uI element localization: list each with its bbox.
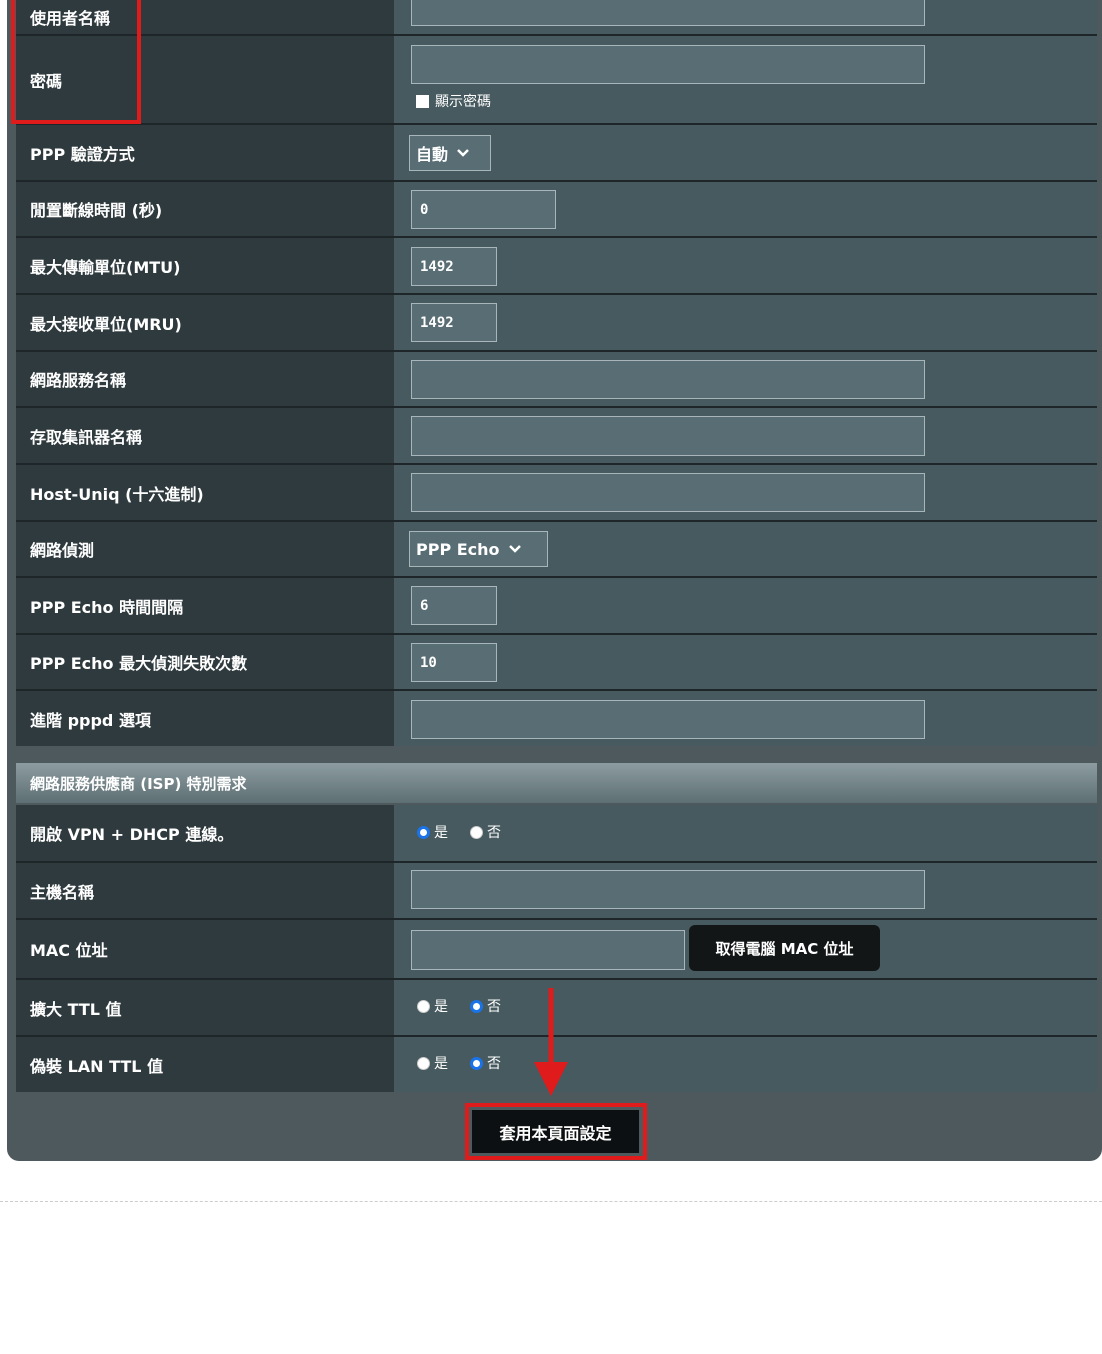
net-detect-select[interactable]: PPP Echo (409, 531, 548, 567)
get-mac-address-button[interactable]: 取得電腦 MAC 位址 (689, 925, 880, 971)
idle-disconnect-input[interactable]: 0 (411, 190, 556, 229)
vpn-dhcp-no-radio[interactable]: 否 (470, 822, 501, 842)
ppp-auth-select[interactable]: 自動 (409, 135, 491, 171)
username-input[interactable] (411, 0, 925, 26)
idle-disconnect-label: 閒置斷線時間 (秒) (16, 182, 394, 236)
spoof-lan-ttl-no-radio[interactable]: 否 (470, 1053, 501, 1073)
show-password-checkbox[interactable]: 顯示密碼 (416, 91, 491, 111)
echo-max-fail-label: PPP Echo 最大偵測失敗次數 (16, 635, 394, 689)
mac-label: MAC 位址 (16, 920, 394, 978)
row-echo-interval: PPP Echo 時間間隔 (16, 578, 1097, 633)
extend-ttl-yes-radio[interactable]: 是 (417, 996, 448, 1016)
echo-max-fail-input[interactable]: 10 (411, 643, 497, 682)
net-detect-value: PPP Echo (416, 539, 500, 559)
echo-interval-input[interactable]: 6 (411, 586, 497, 625)
row-mru: 最大接收單位(MRU) (16, 295, 1097, 350)
apply-settings-button[interactable]: 套用本頁面設定 (472, 1110, 639, 1153)
pppd-options-input[interactable] (411, 700, 925, 739)
row-net-detect: 網路偵測 (16, 522, 1097, 576)
row-mtu: 最大傳輸單位(MTU) (16, 238, 1097, 294)
isp-section-header: 網路服務供應商 (ISP) 特別需求 (16, 763, 1097, 803)
show-password-label: 顯示密碼 (435, 94, 491, 110)
chevron-down-icon (457, 149, 469, 157)
mru-input[interactable]: 1492 (411, 303, 497, 342)
vpn-dhcp-yes-radio[interactable]: 是 (417, 822, 448, 842)
mtu-label: 最大傳輸單位(MTU) (16, 238, 394, 294)
extend-ttl-no-radio[interactable]: 否 (470, 996, 501, 1016)
extend-ttl-label: 擴大 TTL 值 (16, 980, 394, 1035)
spoof-lan-ttl-yes-radio[interactable]: 是 (417, 1053, 448, 1073)
spoof-lan-ttl-label: 偽裝 LAN TTL 值 (16, 1037, 394, 1092)
password-input[interactable] (411, 45, 925, 84)
host-uniq-label: Host-Uniq (十六進制) (16, 465, 394, 520)
ac-name-input[interactable] (411, 416, 925, 456)
row-echo-max-fail: PPP Echo 最大偵測失敗次數 (16, 635, 1097, 689)
row-ppp-auth: PPP 驗證方式 (16, 125, 1097, 180)
ppp-auth-label: PPP 驗證方式 (16, 125, 394, 180)
service-name-label: 網路服務名稱 (16, 352, 394, 406)
divider (0, 1201, 1102, 1202)
net-detect-label: 網路偵測 (16, 522, 394, 576)
hostname-input[interactable] (411, 870, 925, 909)
ac-name-label: 存取集訊器名稱 (16, 408, 394, 463)
host-uniq-input[interactable] (411, 473, 925, 512)
red-arrow-down-icon (534, 988, 568, 1096)
pppd-options-label: 進階 pppd 選項 (16, 691, 394, 746)
echo-interval-label: PPP Echo 時間間隔 (16, 578, 394, 633)
mru-label: 最大接收單位(MRU) (16, 295, 394, 350)
mac-input[interactable] (411, 930, 685, 970)
highlight-box-credentials (11, 0, 141, 124)
mtu-input[interactable]: 1492 (411, 247, 497, 286)
ppp-auth-value: 自動 (416, 145, 449, 164)
row-vpn-dhcp: 開啟 VPN + DHCP 連線。 (16, 805, 1097, 861)
service-name-input[interactable] (411, 360, 925, 399)
checkbox-square[interactable] (416, 94, 429, 108)
chevron-down-icon (508, 545, 521, 553)
vpn-dhcp-label: 開啟 VPN + DHCP 連線。 (16, 805, 394, 861)
row-idle-disconnect: 閒置斷線時間 (秒) (16, 182, 1097, 236)
hostname-label: 主機名稱 (16, 863, 394, 918)
